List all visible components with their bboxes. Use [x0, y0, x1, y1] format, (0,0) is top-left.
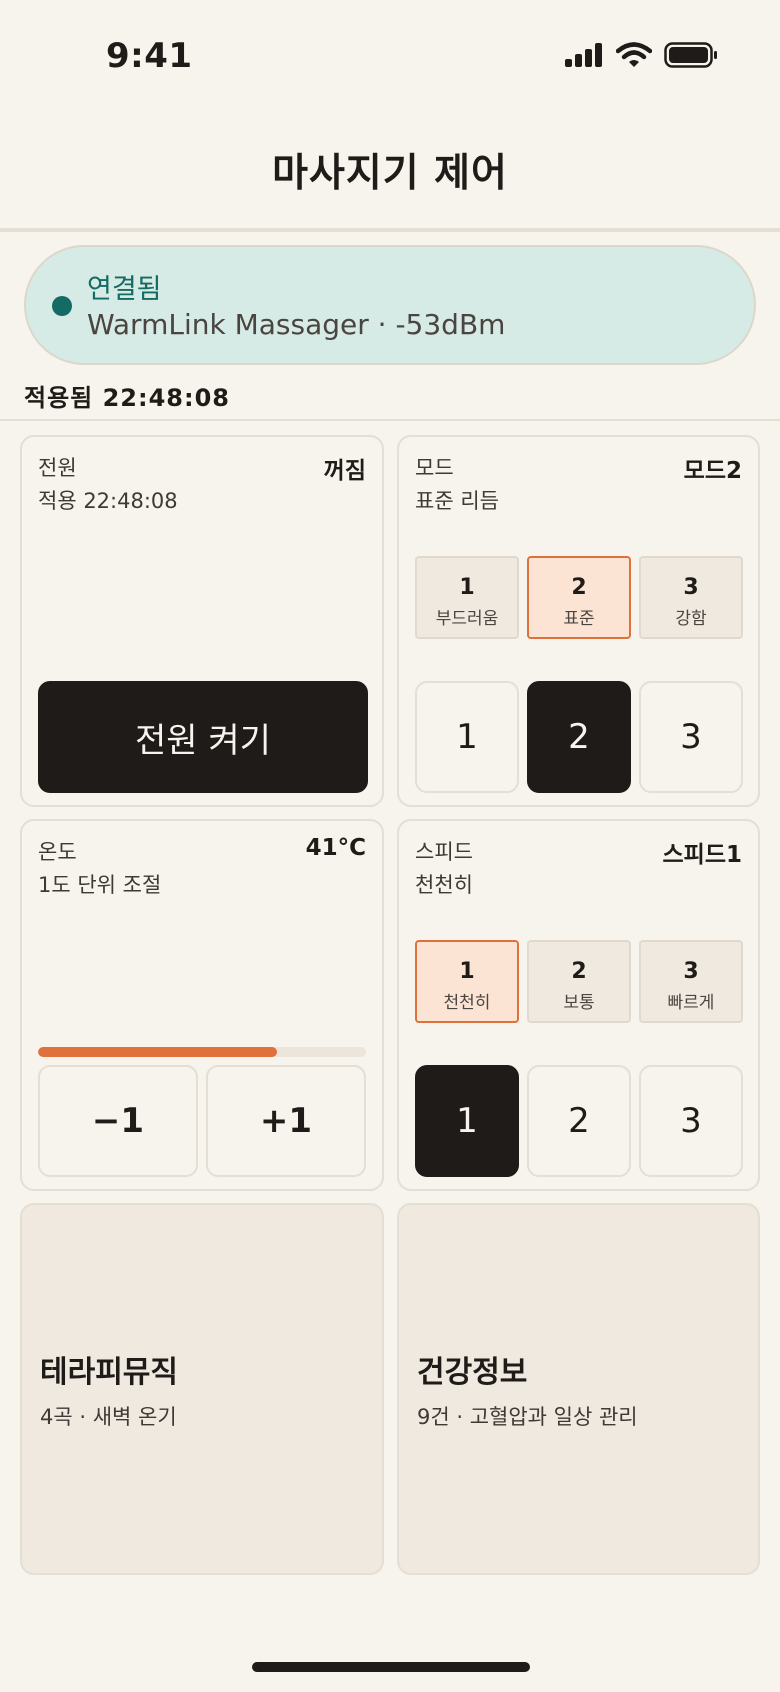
- preset-name: 보통: [563, 993, 595, 1013]
- power-label: 전원: [38, 456, 77, 480]
- speed-number-button-3[interactable]: 3: [639, 1065, 743, 1177]
- mode-card: 모드 표준 리듬 모드2 1 부드러움 2 표준 3 강함 1 2 3: [397, 435, 760, 807]
- power-on-button[interactable]: 전원 켜기: [38, 681, 368, 793]
- speed-number-button-2[interactable]: 2: [527, 1065, 631, 1177]
- battery-icon: [664, 42, 717, 68]
- health-info-sub: 9건 · 고혈압과 일상 관리: [417, 1405, 638, 1429]
- preset-number: 2: [571, 575, 587, 600]
- signal-icon: [565, 43, 602, 67]
- connection-status: 연결됨: [87, 274, 162, 305]
- home-indicator[interactable]: [252, 1662, 530, 1672]
- title-divider: [0, 228, 780, 232]
- preset-name: 강함: [675, 609, 707, 629]
- health-info-card[interactable]: 건강정보 9건 · 고혈압과 일상 관리: [397, 1203, 760, 1575]
- mode-value: 모드2: [683, 458, 742, 484]
- therapy-music-sub: 4곡 · 새벽 온기: [40, 1405, 177, 1429]
- mode-preset-1[interactable]: 1 부드러움: [415, 556, 519, 639]
- applied-time: 적용됨 22:48:08: [24, 384, 230, 412]
- mode-preset-2[interactable]: 2 표준: [527, 556, 631, 639]
- temperature-increase-button[interactable]: +1: [206, 1065, 366, 1177]
- status-time: 9:41: [106, 36, 193, 76]
- speed-preset-3[interactable]: 3 빠르게: [639, 940, 743, 1023]
- speed-label: 스피드: [415, 840, 473, 864]
- page-title: 마사지기 제어: [272, 151, 508, 196]
- temperature-level-bar: [38, 1047, 366, 1057]
- mode-number-button-3[interactable]: 3: [639, 681, 743, 793]
- preset-name: 표준: [563, 609, 595, 629]
- temperature-decrease-button[interactable]: −1: [38, 1065, 198, 1177]
- connection-device: WarmLink Massager · -53dBm: [87, 308, 506, 341]
- temperature-value: 41°C: [305, 835, 366, 861]
- section-divider: [0, 419, 780, 421]
- speed-preset-1[interactable]: 1 천천히: [415, 940, 519, 1023]
- wifi-icon: [616, 42, 652, 67]
- mode-number-button-1[interactable]: 1: [415, 681, 519, 793]
- connection-banner[interactable]: 연결됨 WarmLink Massager · -53dBm: [24, 245, 756, 365]
- power-applied: 적용 22:48:08: [38, 489, 178, 513]
- speed-number-button-1[interactable]: 1: [415, 1065, 519, 1177]
- mode-label: 모드: [415, 456, 454, 480]
- preset-number: 1: [459, 575, 475, 600]
- status-icons: [564, 42, 718, 68]
- speed-preset-2[interactable]: 2 보통: [527, 940, 631, 1023]
- power-value: 꺼짐: [323, 458, 366, 484]
- mode-preset-3[interactable]: 3 강함: [639, 556, 743, 639]
- temperature-card: 온도 1도 단위 조절 41°C −1 +1: [20, 819, 384, 1191]
- health-info-title: 건강정보: [417, 1355, 528, 1390]
- preset-name: 부드러움: [435, 609, 499, 629]
- preset-number: 2: [571, 959, 587, 984]
- preset-number: 3: [683, 575, 699, 600]
- therapy-music-title: 테라피뮤직: [40, 1355, 178, 1390]
- status-bar: 9:41: [0, 0, 780, 116]
- preset-number: 3: [683, 959, 699, 984]
- temperature-level-fill: [38, 1047, 278, 1057]
- mode-number-button-2[interactable]: 2: [527, 681, 631, 793]
- mode-sub: 표준 리듬: [415, 489, 499, 513]
- preset-name: 빠르게: [667, 993, 715, 1013]
- temperature-sub: 1도 단위 조절: [38, 873, 162, 897]
- speed-value: 스피드1: [662, 842, 742, 868]
- preset-number: 1: [459, 959, 475, 984]
- speed-sub: 천천히: [415, 873, 473, 897]
- preset-name: 천천히: [443, 993, 491, 1013]
- therapy-music-card[interactable]: 테라피뮤직 4곡 · 새벽 온기: [20, 1203, 384, 1575]
- temperature-label: 온도: [38, 840, 77, 864]
- connection-status-dot: [52, 296, 72, 316]
- speed-card: 스피드 천천히 스피드1 1 천천히 2 보통 3 빠르게 1 2 3: [397, 819, 760, 1191]
- power-card: 전원 적용 22:48:08 꺼짐 전원 켜기: [20, 435, 384, 807]
